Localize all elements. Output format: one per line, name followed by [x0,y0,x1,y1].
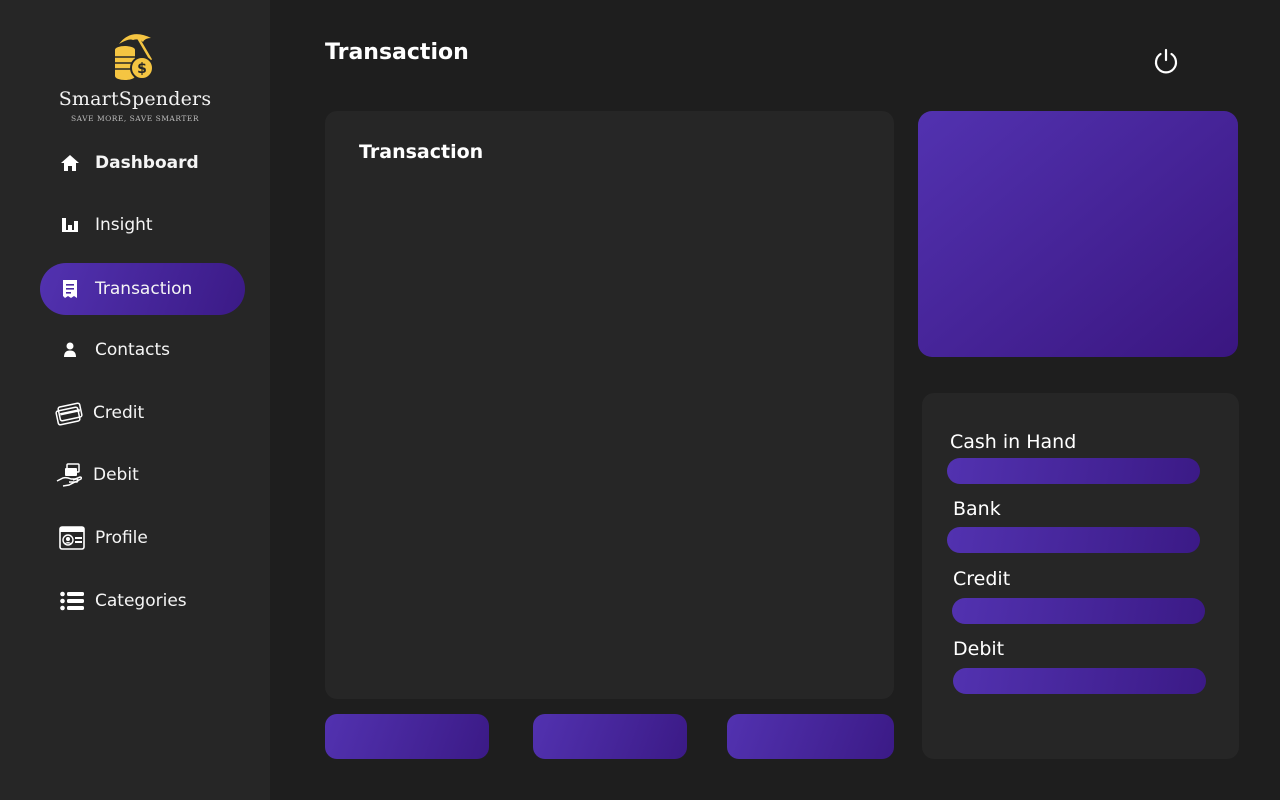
sidebar-item-contacts[interactable]: Contacts [40,324,245,376]
power-icon [1154,48,1178,74]
logout-button[interactable] [1150,45,1182,77]
sidebar-item-label: Profile [95,528,148,548]
action-button-2[interactable] [533,714,687,759]
balance-label-bank: Bank [953,498,1001,520]
sidebar-item-insight[interactable]: Insight [40,199,245,251]
svg-text:$: $ [137,61,147,77]
sidebar-item-label: Credit [93,403,145,423]
sidebar-item-categories[interactable]: Categories [40,575,245,627]
receipt-icon [57,276,83,302]
balance-label-credit: Credit [953,568,1011,590]
balance-card [918,111,1238,357]
page-title: Transaction [325,40,469,65]
bar-chart-icon [57,212,83,238]
sidebar-item-label: Insight [95,215,153,235]
sidebar-item-debit[interactable]: Debit [40,449,245,501]
home-icon [57,150,83,176]
hand-cash-icon [54,462,84,488]
sidebar-item-transaction[interactable]: Transaction [40,263,245,315]
sidebar-item-label: Debit [93,465,139,485]
sidebar-item-label: Dashboard [95,153,199,173]
balance-bar-cash [947,458,1200,484]
app-logo: $ SmartSpenders SAVE MORE, SAVE SMARTER [0,30,270,123]
sidebar-item-dashboard[interactable]: Dashboard [40,137,245,189]
app-name: SmartSpenders [58,88,212,110]
sidebar-item-label: Transaction [95,279,193,299]
app-tagline: SAVE MORE, SAVE SMARTER [70,114,199,123]
balance-label-debit: Debit [953,638,1005,660]
action-button-3[interactable] [727,714,894,759]
balance-bar-bank [947,527,1200,553]
sidebar-item-label: Contacts [95,340,170,360]
balances-panel: Cash in Hand Bank Credit Debit [922,393,1239,759]
balance-bar-credit [952,598,1205,624]
sidebar-item-label: Categories [95,591,187,611]
balance-label-cash: Cash in Hand [950,431,1077,453]
action-button-1[interactable] [325,714,489,759]
list-icon [58,588,86,614]
transaction-panel-title: Transaction [359,141,484,163]
person-icon [57,337,83,363]
sidebar-item-credit[interactable]: Credit [40,387,245,439]
credit-cards-icon [54,400,84,426]
coins-umbrella-logo-icon: $ [115,34,154,80]
transaction-panel: Transaction [325,111,894,699]
balance-bar-debit [953,668,1206,694]
id-card-icon [58,525,86,551]
app-root: $ SmartSpenders SAVE MORE, SAVE SMARTER … [0,0,1280,800]
sidebar-item-profile[interactable]: Profile [40,512,245,564]
sidebar: $ SmartSpenders SAVE MORE, SAVE SMARTER … [0,0,270,800]
